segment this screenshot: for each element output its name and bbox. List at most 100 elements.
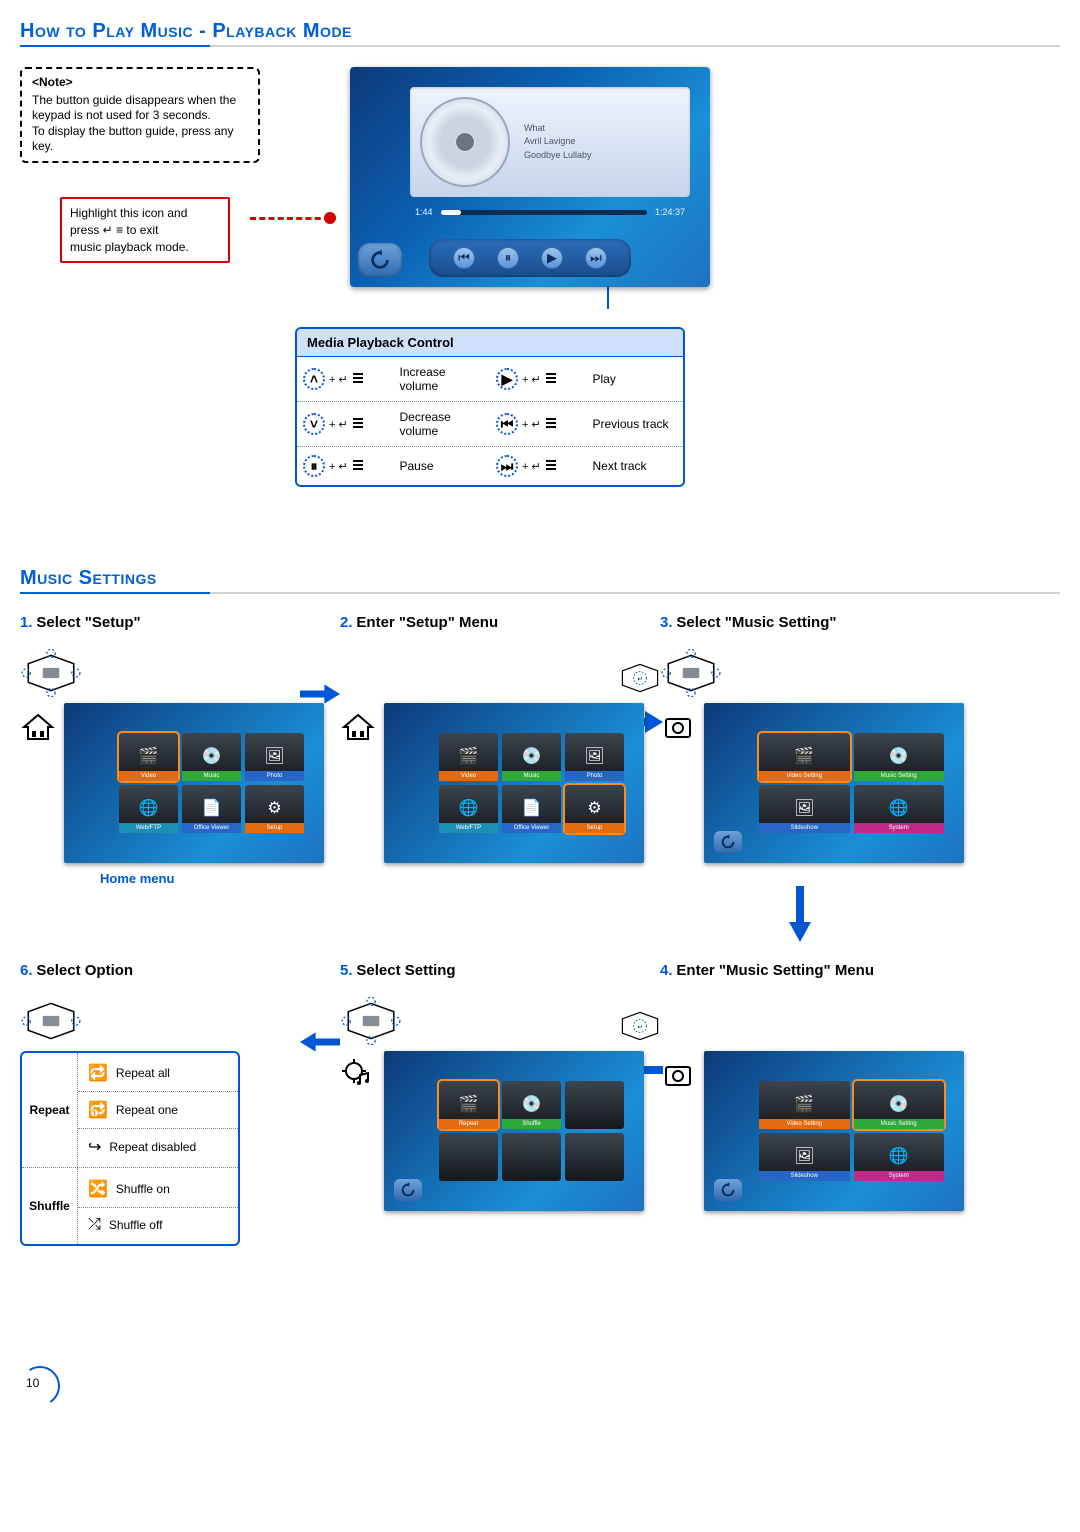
menu-tile[interactable]: 🎬Video Setting [759, 1081, 850, 1129]
repeat-icon: 🔂 [88, 1100, 108, 1120]
note-title: <Note> [32, 75, 248, 91]
connector-line [607, 287, 609, 309]
home-icon [340, 709, 376, 745]
media-table-header: Media Playback Control [297, 329, 683, 357]
enter-music-setting-screen: 🎬Video Setting💿Music Setting🖼Slideshow🌐S… [704, 1051, 964, 1211]
step-3-num: 3. [660, 614, 673, 631]
next-track-button[interactable]: ⏭ [585, 247, 607, 269]
step-3-title: Select "Music Setting" [676, 614, 836, 631]
note-body: The button guide disappears when the key… [32, 93, 248, 155]
svg-text:↵: ↵ [637, 676, 642, 683]
nav-cube-icon [20, 997, 82, 1045]
table-row: ˅+ ↵ Decrease volume⏮+ ↵ Previous track [297, 402, 683, 447]
section-title-music-settings: Music Settings [20, 567, 1060, 594]
step-1: 1. Select "Setup" 🎬Video💿Music🖼Photo🌐Web… [20, 614, 300, 886]
menu-tile[interactable]: 💿Shuffle [502, 1081, 561, 1129]
menu-tile[interactable]: 🎬Video Setting [759, 733, 850, 781]
repeat-icon: ↪ [88, 1137, 101, 1157]
back-button[interactable] [714, 1179, 742, 1201]
nav-cube-icon [660, 649, 722, 697]
option-item[interactable]: 🔂Repeat one [78, 1092, 238, 1129]
option-item[interactable]: ⤮Shuffle off [78, 1208, 238, 1242]
menu-tile[interactable]: 💿Music Setting [854, 733, 945, 781]
menu-tile[interactable]: ⚙Setup [245, 785, 304, 833]
exit-tip-l3: music playback mode. [70, 239, 220, 256]
track-title: What [524, 122, 592, 136]
table-row: ˄+ ↵ Increase volume▶+ ↵ Play [297, 357, 683, 402]
menu-tile[interactable]: 🌐Web/FTP [119, 785, 178, 833]
menu-tile[interactable]: 📄Office Viewer [502, 785, 561, 833]
step-1-num: 1. [20, 614, 33, 631]
menu-tile[interactable]: 💿Music [182, 733, 241, 781]
step-6-num: 6. [20, 962, 33, 979]
menu-tile[interactable]: 🌐Web/FTP [439, 785, 498, 833]
step-3: 3. Select "Music Setting" 🎬Video Setting… [660, 614, 940, 863]
nav-cube-icon [340, 997, 402, 1045]
shuffle-icon: 🔀 [88, 1179, 108, 1199]
menu-tile-empty [565, 1081, 624, 1129]
svg-text:↵: ↵ [637, 1024, 642, 1031]
control-icon: ⏮ [496, 413, 518, 435]
nav-cube-icon [20, 649, 82, 697]
back-button[interactable] [358, 243, 402, 277]
note-box: <Note> The button guide disappears when … [20, 67, 260, 163]
cd-disc-icon [420, 97, 510, 187]
menu-tile[interactable]: 🌐System [854, 785, 945, 833]
dash-connector [250, 217, 330, 220]
control-icon: ⏸ [303, 455, 325, 477]
shuffle-icon: ⤮ [88, 1216, 101, 1234]
step-2-title: Enter "Setup" Menu [356, 614, 498, 631]
play-button[interactable]: ▶ [541, 247, 563, 269]
step-5-title: Select Setting [356, 962, 455, 979]
step-6: 6. Select Option Repeat🔁Repeat all🔂Repea… [20, 962, 300, 1246]
menu-tile[interactable]: 🎬Video [119, 733, 178, 781]
option-item[interactable]: 🔀Shuffle on [78, 1171, 238, 1208]
menu-tile[interactable]: 💿Music Setting [854, 1081, 945, 1129]
progress-track[interactable] [441, 210, 647, 215]
track-artist: Avril Lavigne [524, 135, 592, 149]
step-2-num: 2. [340, 614, 353, 631]
menu-tile[interactable]: ⚙Setup [565, 785, 624, 833]
nav-cube-enter-icon: ↵ [616, 659, 664, 697]
menu-tile[interactable]: 🌐System [854, 1133, 945, 1181]
menu-tile-empty [565, 1133, 624, 1181]
arrow-down-icon [787, 886, 813, 942]
menu-tile[interactable]: 🎬Repeat [439, 1081, 498, 1129]
step-1-title: Select "Setup" [36, 614, 140, 631]
pause-button[interactable]: ⏸ [497, 247, 519, 269]
menu-tile[interactable]: 📄Office Viewer [182, 785, 241, 833]
settings-icon [660, 1057, 696, 1093]
setup-menu-screen: 🎬Video💿Music🖼Photo 🌐Web/FTP📄Office Viewer… [384, 703, 644, 863]
step-5-num: 5. [340, 962, 353, 979]
total-time: 1:24:37 [655, 207, 685, 217]
table-row: ⏸+ ↵ Pause⏭+ ↵ Next track [297, 447, 683, 485]
menu-tile-empty [502, 1133, 561, 1181]
menu-tile[interactable]: 💿Music [502, 733, 561, 781]
back-button[interactable] [714, 831, 742, 853]
back-button[interactable] [394, 1179, 422, 1201]
step-4: 4. Enter "Music Setting" Menu 🎬Video Set… [660, 962, 940, 1211]
control-icon: ˅ [303, 413, 325, 435]
home-menu-screen: 🎬Video💿Music🖼Photo 🌐Web/FTP📄Office Viewer… [64, 703, 324, 863]
nav-cube-enter-icon: ↵ [616, 1007, 664, 1045]
menu-tile[interactable]: 🖼Slideshow [759, 1133, 850, 1181]
elapsed-time: 1:44 [415, 207, 433, 217]
control-icon: ˄ [303, 368, 325, 390]
step-2: 2. Enter "Setup" Menu 🎬Video💿Music🖼Photo… [340, 614, 620, 863]
menu-tile-empty [439, 1133, 498, 1181]
music-settings-icon [340, 1057, 376, 1093]
menu-tile[interactable]: 🖼Photo [565, 733, 624, 781]
option-item[interactable]: ↪Repeat disabled [78, 1129, 238, 1165]
option-item[interactable]: 🔁Repeat all [78, 1055, 238, 1092]
prev-track-button[interactable]: ⏮ [453, 247, 475, 269]
menu-tile[interactable]: 🖼Photo [245, 733, 304, 781]
track-album: Goodbye Lullaby [524, 149, 592, 163]
music-setting-screen: 🎬Video Setting💿Music Setting🖼Slideshow🌐S… [704, 703, 964, 863]
settings-icon [660, 709, 696, 745]
menu-tile[interactable]: 🖼Slideshow [759, 785, 850, 833]
menu-tile[interactable]: 🎬Video [439, 733, 498, 781]
step-4-title: Enter "Music Setting" Menu [676, 962, 874, 979]
step-6-title: Select Option [36, 962, 133, 979]
home-menu-label: Home menu [100, 871, 174, 886]
repeat-icon: 🔁 [88, 1063, 108, 1083]
